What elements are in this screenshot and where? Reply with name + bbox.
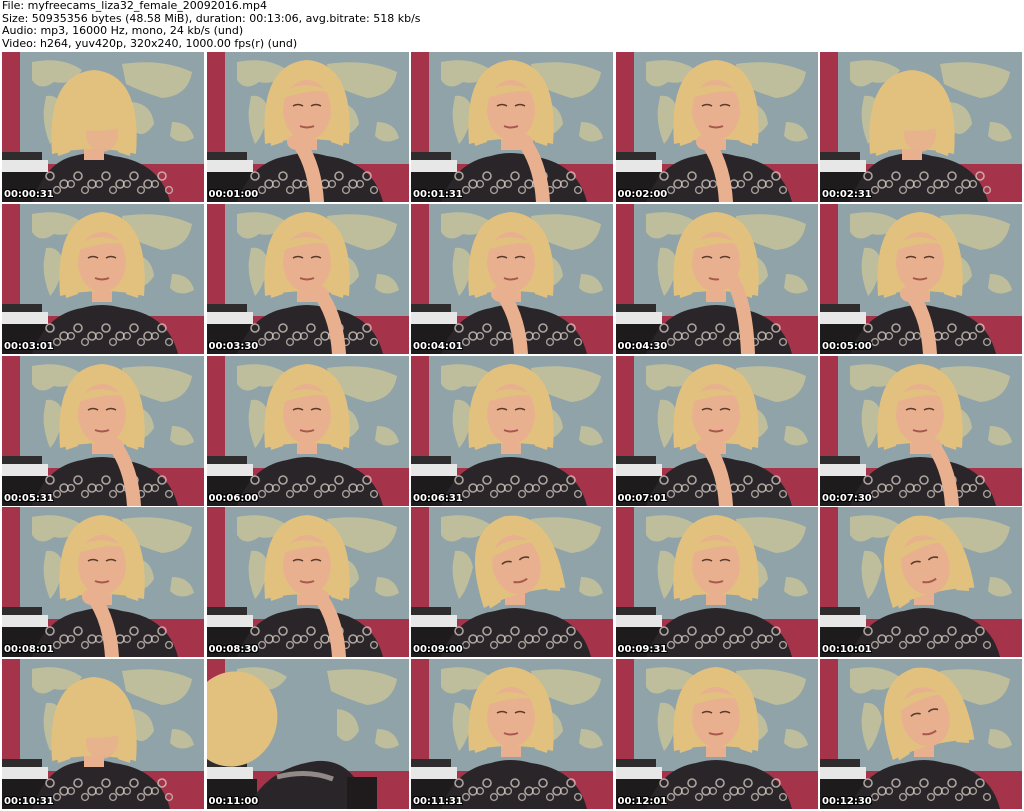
thumbnail-timestamp: 00:03:30 [208, 340, 259, 352]
video-thumbnail: 00:09:31 [615, 507, 818, 658]
video-thumbnail: 00:01:31 [411, 52, 613, 202]
video-thumbnail: 00:09:00 [411, 507, 613, 658]
video-thumbnail: 00:05:31 [2, 355, 204, 506]
webcam-frame-image [820, 203, 1022, 354]
video-thumbnail: 00:10:31 [2, 659, 204, 810]
video-thumbnail: 00:03:30 [206, 203, 409, 354]
video-thumbnail: 00:08:01 [2, 507, 204, 658]
webcam-frame-image [820, 355, 1022, 506]
webcam-frame-image [615, 52, 818, 202]
thumbnail-timestamp: 00:05:00 [822, 340, 872, 352]
thumbnail-timestamp: 00:07:01 [617, 492, 668, 504]
thumbnail-timestamp: 00:06:31 [413, 492, 463, 504]
video-thumbnail: 00:01:00 [206, 52, 409, 202]
thumbnail-timestamp: 00:01:31 [413, 189, 463, 200]
thumbnail-timestamp: 00:05:31 [4, 492, 54, 504]
webcam-frame-image [411, 659, 613, 810]
webcam-frame-image [206, 355, 409, 506]
thumbnail-timestamp: 00:06:00 [208, 492, 259, 504]
webcam-frame-image [206, 507, 409, 658]
webcam-frame-image [411, 355, 613, 506]
thumbnail-timestamp: 00:10:31 [4, 796, 54, 808]
webcam-frame-image [2, 203, 204, 354]
webcam-frame-image [820, 507, 1022, 658]
video-thumbnail: 00:06:00 [206, 355, 409, 506]
webcam-frame-image [2, 507, 204, 658]
thumbnail-timestamp: 00:07:30 [822, 492, 872, 504]
video-thumbnail: 00:04:30 [615, 203, 818, 354]
webcam-frame-image [615, 659, 818, 810]
video-thumbnail: 00:00:31 [2, 52, 204, 202]
thumbnail-timestamp: 00:09:31 [617, 644, 668, 656]
thumbnail-timestamp: 00:01:00 [208, 189, 259, 200]
video-thumbnail: 00:07:01 [615, 355, 818, 506]
thumbnail-grid: 00:00:31 00:01:00 00:01:31 00:02:00 00:02:31… [2, 52, 1022, 810]
webcam-frame-image [206, 659, 409, 810]
webcam-frame-image [411, 52, 613, 202]
thumbnail-timestamp: 00:08:30 [208, 644, 259, 656]
video-thumbnail: 00:08:30 [206, 507, 409, 658]
webcam-frame-image [411, 203, 613, 354]
file-name-line: File: myfreecams_liza32_female_20092016.… [2, 0, 267, 12]
video-thumbnail: 00:05:00 [820, 203, 1022, 354]
webcam-frame-image [615, 355, 818, 506]
webcam-frame-image [2, 52, 204, 202]
webcam-frame-image [2, 355, 204, 506]
video-thumbnail: 00:03:01 [2, 203, 204, 354]
file-info-header: File: myfreecams_liza32_female_20092016.… [0, 0, 1024, 50]
video-thumbnail: 00:11:31 [411, 659, 613, 810]
thumbnail-timestamp: 00:11:31 [413, 796, 463, 808]
video-thumbnail: 00:02:00 [615, 52, 818, 202]
video-thumbnail: 00:02:31 [820, 52, 1022, 202]
thumbnail-timestamp: 00:12:30 [822, 796, 872, 808]
video-thumbnail: 00:06:31 [411, 355, 613, 506]
webcam-frame-image [206, 52, 409, 202]
thumbnail-timestamp: 00:11:00 [208, 796, 259, 808]
thumbnail-timestamp: 00:02:00 [617, 189, 668, 200]
thumbnail-timestamp: 00:03:01 [4, 340, 54, 352]
webcam-frame-image [820, 52, 1022, 202]
thumbnail-timestamp: 00:04:01 [413, 340, 463, 352]
thumbnail-timestamp: 00:12:01 [617, 796, 668, 808]
webcam-frame-image [411, 507, 613, 658]
thumbnail-timestamp: 00:10:01 [822, 644, 872, 656]
thumbnail-timestamp: 00:02:31 [822, 189, 872, 200]
webcam-frame-image [615, 203, 818, 354]
video-thumbnail: 00:12:30 [820, 659, 1022, 810]
thumbnail-timestamp: 00:00:31 [4, 189, 54, 200]
thumbnail-timestamp: 00:08:01 [4, 644, 54, 656]
video-thumbnail: 00:11:00 [206, 659, 409, 810]
video-thumbnail: 00:12:01 [615, 659, 818, 810]
thumbnail-timestamp: 00:09:00 [413, 644, 463, 656]
thumbnail-timestamp: 00:04:30 [617, 340, 668, 352]
audio-info-line: Audio: mp3, 16000 Hz, mono, 24 kb/s (und… [2, 24, 244, 37]
video-thumbnail: 00:04:01 [411, 203, 613, 354]
video-thumbnail: 00:07:30 [820, 355, 1022, 506]
webcam-frame-image [206, 203, 409, 354]
webcam-frame-image [2, 659, 204, 810]
webcam-frame-image [820, 659, 1022, 810]
video-info-line: Video: h264, yuv420p, 320x240, 1000.00 f… [2, 36, 298, 50]
webcam-frame-image [615, 507, 818, 658]
video-thumbnail: 00:10:01 [820, 507, 1022, 658]
